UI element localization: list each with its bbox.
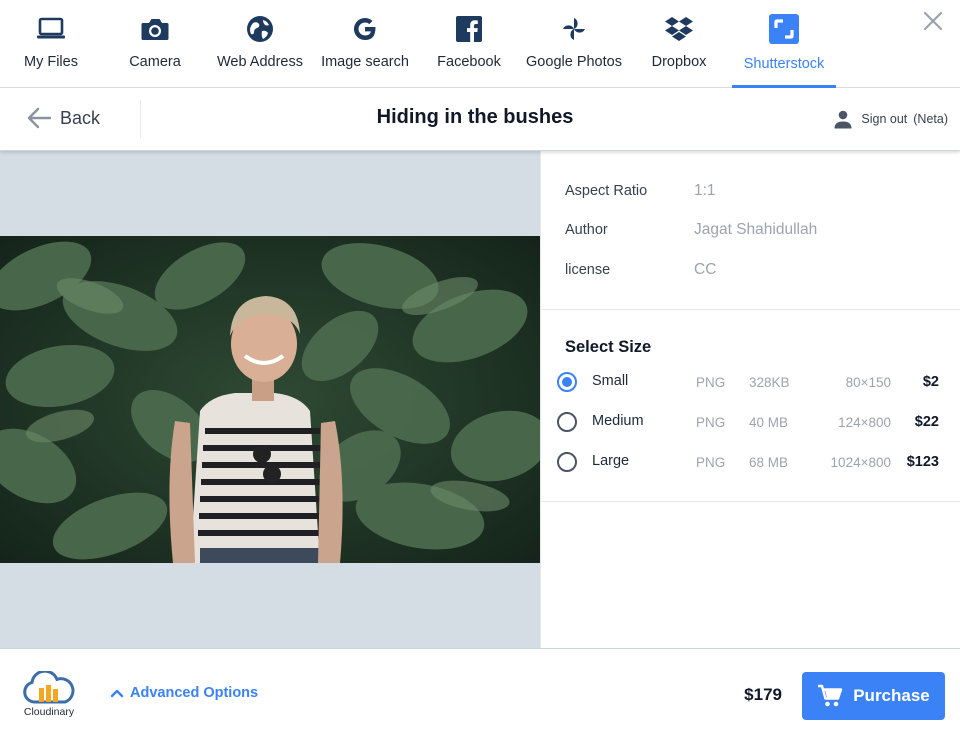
cloudinary-logo: Cloudinary (20, 671, 78, 718)
size-format: PNG (696, 455, 725, 470)
page-title: Hiding in the bushes (140, 106, 810, 129)
dropbox-icon (664, 14, 694, 44)
sign-out-label: Sign out (861, 112, 907, 126)
title-bar: Back Hiding in the bushes Sign out (Neta… (0, 88, 960, 151)
size-dimensions: 124×800 (838, 415, 891, 430)
size-dimensions: 1024×800 (831, 455, 891, 470)
size-option-medium[interactable]: Medium PNG 40 MB 124×800 $22 (557, 410, 951, 436)
size-name: Medium (592, 413, 644, 429)
size-radio[interactable] (557, 372, 577, 392)
google-icon (351, 14, 379, 44)
advanced-options-toggle[interactable]: Advanced Options (110, 685, 258, 701)
meta-label-license: license (565, 262, 610, 278)
tab-facebook[interactable]: Facebook (432, 0, 506, 88)
size-bytes: 328KB (749, 375, 790, 390)
size-radio[interactable] (557, 412, 577, 432)
tab-label: Google Photos (526, 54, 622, 70)
tab-dropbox[interactable]: Dropbox (644, 0, 714, 88)
tab-image-search[interactable]: Image search (318, 0, 412, 88)
globe-icon (245, 14, 275, 44)
sign-out-button[interactable]: Sign out (Neta) (833, 109, 948, 129)
size-price: $22 (915, 414, 939, 430)
size-dimensions: 80×150 (846, 375, 891, 390)
back-button[interactable]: Back (26, 106, 100, 130)
laptop-icon (36, 14, 66, 44)
tab-label: Web Address (217, 54, 303, 70)
user-icon (833, 109, 853, 129)
meta-value-license: CC (694, 261, 716, 279)
meta-label-author: Author (565, 222, 608, 238)
details-panel: Aspect Ratio 1:1 Author Jagat Shahidulla… (540, 151, 960, 648)
tab-google-photos[interactable]: Google Photos (522, 0, 626, 88)
meta-value-aspect-ratio: 1:1 (694, 182, 716, 200)
source-tabs: My Files Camera Web Address Image search… (0, 0, 960, 88)
tab-label: My Files (24, 54, 78, 70)
size-radio[interactable] (557, 452, 577, 472)
camera-icon (140, 14, 170, 44)
footer: Cloudinary Advanced Options $179 Purchas… (0, 648, 960, 740)
arrow-left-icon (26, 106, 52, 130)
total-price: $179 (744, 685, 782, 705)
size-option-large[interactable]: Large PNG 68 MB 1024×800 $123 (557, 450, 951, 476)
cloudinary-cloud-icon (22, 671, 76, 705)
tab-web-address[interactable]: Web Address (214, 0, 306, 88)
meta-value-author: Jagat Shahidullah (694, 221, 817, 239)
preview-photo (0, 236, 540, 563)
size-bytes: 68 MB (749, 455, 788, 470)
size-name: Large (592, 453, 629, 469)
image-preview (0, 151, 540, 648)
tab-my-files[interactable]: My Files (10, 0, 92, 88)
meta-label-aspect-ratio: Aspect Ratio (565, 183, 647, 199)
chevron-up-icon (110, 688, 124, 698)
size-format: PNG (696, 375, 725, 390)
tab-shutterstock[interactable]: Shutterstock (732, 0, 836, 88)
divider (541, 309, 960, 310)
cart-icon (817, 684, 843, 708)
back-label: Back (60, 108, 100, 129)
size-price: $123 (907, 454, 939, 470)
size-format: PNG (696, 415, 725, 430)
shutterstock-icon (769, 14, 799, 44)
facebook-icon (456, 14, 482, 44)
tab-label: Shutterstock (744, 56, 825, 72)
size-bytes: 40 MB (749, 415, 788, 430)
user-name: (Neta) (913, 112, 948, 126)
select-size-title: Select Size (565, 338, 651, 357)
size-price: $2 (923, 374, 939, 390)
tab-label: Camera (129, 54, 181, 70)
close-icon[interactable] (922, 10, 944, 32)
tab-label: Dropbox (652, 54, 707, 70)
purchase-label: Purchase (853, 686, 930, 706)
size-name: Small (592, 373, 628, 389)
purchase-button[interactable]: Purchase (802, 672, 945, 720)
divider (541, 501, 960, 502)
advanced-options-label: Advanced Options (130, 685, 258, 701)
google-photos-icon (560, 14, 588, 44)
tab-label: Facebook (437, 54, 501, 70)
tab-label: Image search (321, 54, 409, 70)
size-option-small[interactable]: Small PNG 328KB 80×150 $2 (557, 370, 951, 396)
logo-label: Cloudinary (24, 706, 74, 718)
tab-camera[interactable]: Camera (115, 0, 195, 88)
